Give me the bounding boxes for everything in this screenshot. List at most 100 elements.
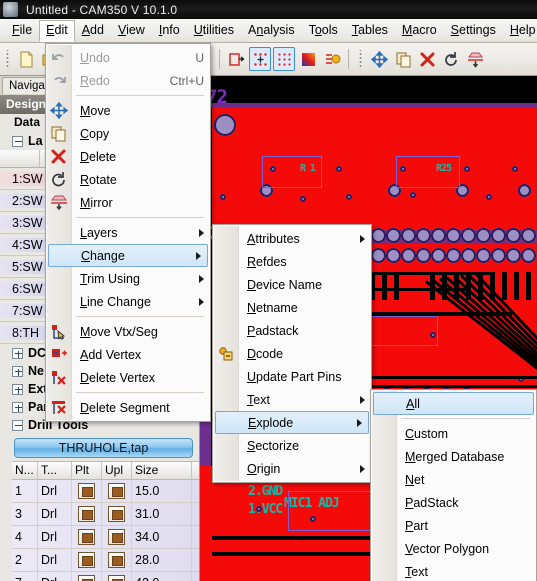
menu-item-explode[interactable]: Explode [215, 411, 369, 434]
menu-settings[interactable]: Settings [444, 20, 503, 41]
unplated-toggle-icon[interactable] [108, 483, 125, 499]
menu-help[interactable]: Help [503, 20, 537, 41]
drill-table-row[interactable]: 4 Drl 34.0 [12, 525, 199, 549]
net-highlight-icon[interactable] [321, 47, 343, 71]
grid-dense-icon[interactable] [273, 47, 295, 71]
drill-table-row[interactable]: 7Drl 42.0 [12, 571, 199, 581]
move-vertex-icon [50, 323, 68, 340]
menu-item-redo[interactable]: Redo Ctrl+U [46, 69, 210, 92]
menu-item-label: Padstack [247, 323, 299, 338]
drill-table-row[interactable]: 3 Drl 31.0 [12, 502, 199, 526]
expand-icon[interactable] [12, 347, 23, 359]
menu-item-label: Change [81, 248, 125, 263]
expand-icon[interactable] [12, 401, 23, 413]
menu-item-change[interactable]: Change [48, 244, 208, 267]
unplated-toggle-icon[interactable] [108, 529, 125, 545]
menu-item-delete-segment[interactable]: Delete Segment [46, 396, 210, 419]
drill-tool-title[interactable]: THRUHOLE,tap [14, 438, 193, 458]
plated-toggle-icon[interactable] [78, 483, 95, 499]
menu-item-padstack[interactable]: PadStack [371, 491, 536, 514]
drill-type: Drl [38, 525, 72, 549]
board-move-icon[interactable] [225, 47, 247, 71]
unplated-toggle-icon[interactable] [108, 506, 125, 522]
plated-toggle-icon[interactable] [78, 552, 95, 568]
menu-file[interactable]: FFileile [5, 20, 39, 41]
menu-item-padstack[interactable]: Padstack [213, 319, 371, 342]
edit-dropdown-menu[interactable]: Undo U Redo Ctrl+U Move Copy Delete Rotate Mirro… [45, 43, 211, 422]
menu-view[interactable]: View [111, 20, 152, 41]
menu-item-text[interactable]: Text [213, 388, 371, 411]
chevron-right-icon [338, 462, 365, 476]
grid-dots-icon[interactable] [249, 47, 271, 71]
pcb-trace [466, 272, 471, 300]
menu-item-refdes[interactable]: Refdes [213, 250, 371, 273]
menu-analysis[interactable]: Analysis [241, 20, 302, 41]
menu-item-net[interactable]: Net [371, 468, 536, 491]
menu-item-layers[interactable]: Layers [46, 221, 210, 244]
menu-item-copy[interactable]: Copy [46, 122, 210, 145]
menu-item-device-name[interactable]: Device Name [213, 273, 371, 296]
menu-add[interactable]: Add [75, 20, 111, 41]
plated-toggle-icon[interactable] [78, 506, 95, 522]
menu-item-label: Delete Segment [80, 400, 170, 415]
unplated-toggle-icon[interactable] [108, 575, 125, 581]
rotate-icon [50, 171, 68, 188]
menu-item-sectorize[interactable]: Sectorize [213, 434, 371, 457]
expand-icon[interactable] [12, 383, 23, 395]
menu-item-label: Merged Database [405, 449, 505, 464]
menu-item-label: Delete Vertex [80, 370, 156, 385]
menu-item-line-change[interactable]: Line Change [46, 290, 210, 313]
new-file-icon[interactable] [15, 47, 37, 71]
pcb-pad [512, 166, 518, 172]
menu-utilities[interactable]: Utilities [187, 20, 241, 41]
menu-item-vector-polygon[interactable]: Vector Polygon [371, 537, 536, 560]
menu-item-delete-vertex[interactable]: Delete Vertex [46, 366, 210, 389]
menu-item-part[interactable]: Part [371, 514, 536, 537]
menu-item-move[interactable]: Move [46, 99, 210, 122]
menu-macro[interactable]: Macro [395, 20, 444, 41]
move-icon[interactable] [368, 47, 390, 71]
dcode-icon [217, 345, 235, 362]
menu-item-custom[interactable]: Custom [371, 422, 536, 445]
plated-toggle-icon[interactable] [78, 575, 95, 581]
change-submenu[interactable]: Attributes Refdes Device Name Netname Padsta… [212, 224, 372, 483]
mirror-icon[interactable] [464, 47, 486, 71]
plated-toggle-icon[interactable] [78, 529, 95, 545]
menu-info[interactable]: Info [152, 20, 187, 41]
rotate-icon[interactable] [440, 47, 462, 71]
drill-table-body[interactable]: 1Drl15.03Drl31.04Drl34.02Drl28.07Drl42.0 [0, 479, 199, 581]
menu-item-label: Part [405, 518, 428, 533]
menu-item-text[interactable]: Text [371, 560, 536, 581]
menu-item-rotate[interactable]: Rotate [46, 168, 210, 191]
menu-item-move-vtx-seg[interactable]: Move Vtx/Seg [46, 320, 210, 343]
menu-item-trim-using[interactable]: Trim Using [46, 267, 210, 290]
menu-item-attributes[interactable]: Attributes [213, 227, 371, 250]
collapse-icon[interactable] [12, 135, 23, 147]
delete-icon[interactable] [416, 47, 438, 71]
menu-item-origin[interactable]: Origin [213, 457, 371, 480]
menu-item-update-part-pins[interactable]: Update Part Pins [213, 365, 371, 388]
drill-table-row[interactable]: 1 Drl 15.0 [12, 479, 199, 503]
toolbar-grip-1[interactable] [3, 50, 12, 68]
menu-item-merged-database[interactable]: Merged Database [371, 445, 536, 468]
menu-item-add-vertex[interactable]: Add Vertex [46, 343, 210, 366]
expand-icon[interactable] [12, 365, 23, 377]
drill-table-row[interactable]: 2 Drl 28.0 [12, 548, 199, 572]
menu-item-label: Netname [247, 300, 298, 315]
menu-item-delete[interactable]: Delete [46, 145, 210, 168]
menu-tables[interactable]: Tables [345, 20, 395, 41]
color-palette-icon[interactable] [297, 47, 319, 71]
copy-icon[interactable] [392, 47, 414, 71]
menu-item-mirror[interactable]: Mirror [46, 191, 210, 214]
toolbar-grip-2[interactable] [356, 50, 365, 68]
menu-item-undo[interactable]: Undo U [46, 46, 210, 69]
menu-edit[interactable]: Edit [39, 19, 75, 42]
menu-item-netname[interactable]: Netname [213, 296, 371, 319]
menu-tools[interactable]: Tools [302, 20, 345, 41]
menu-item-label: Text [405, 564, 428, 579]
unplated-toggle-icon[interactable] [108, 552, 125, 568]
explode-submenu[interactable]: All Custom Merged Database Net PadStack Part V… [370, 389, 537, 581]
menu-item-dcode[interactable]: Dcode [213, 342, 371, 365]
collapse-icon[interactable] [12, 419, 23, 431]
menu-item-all[interactable]: All [373, 392, 534, 415]
